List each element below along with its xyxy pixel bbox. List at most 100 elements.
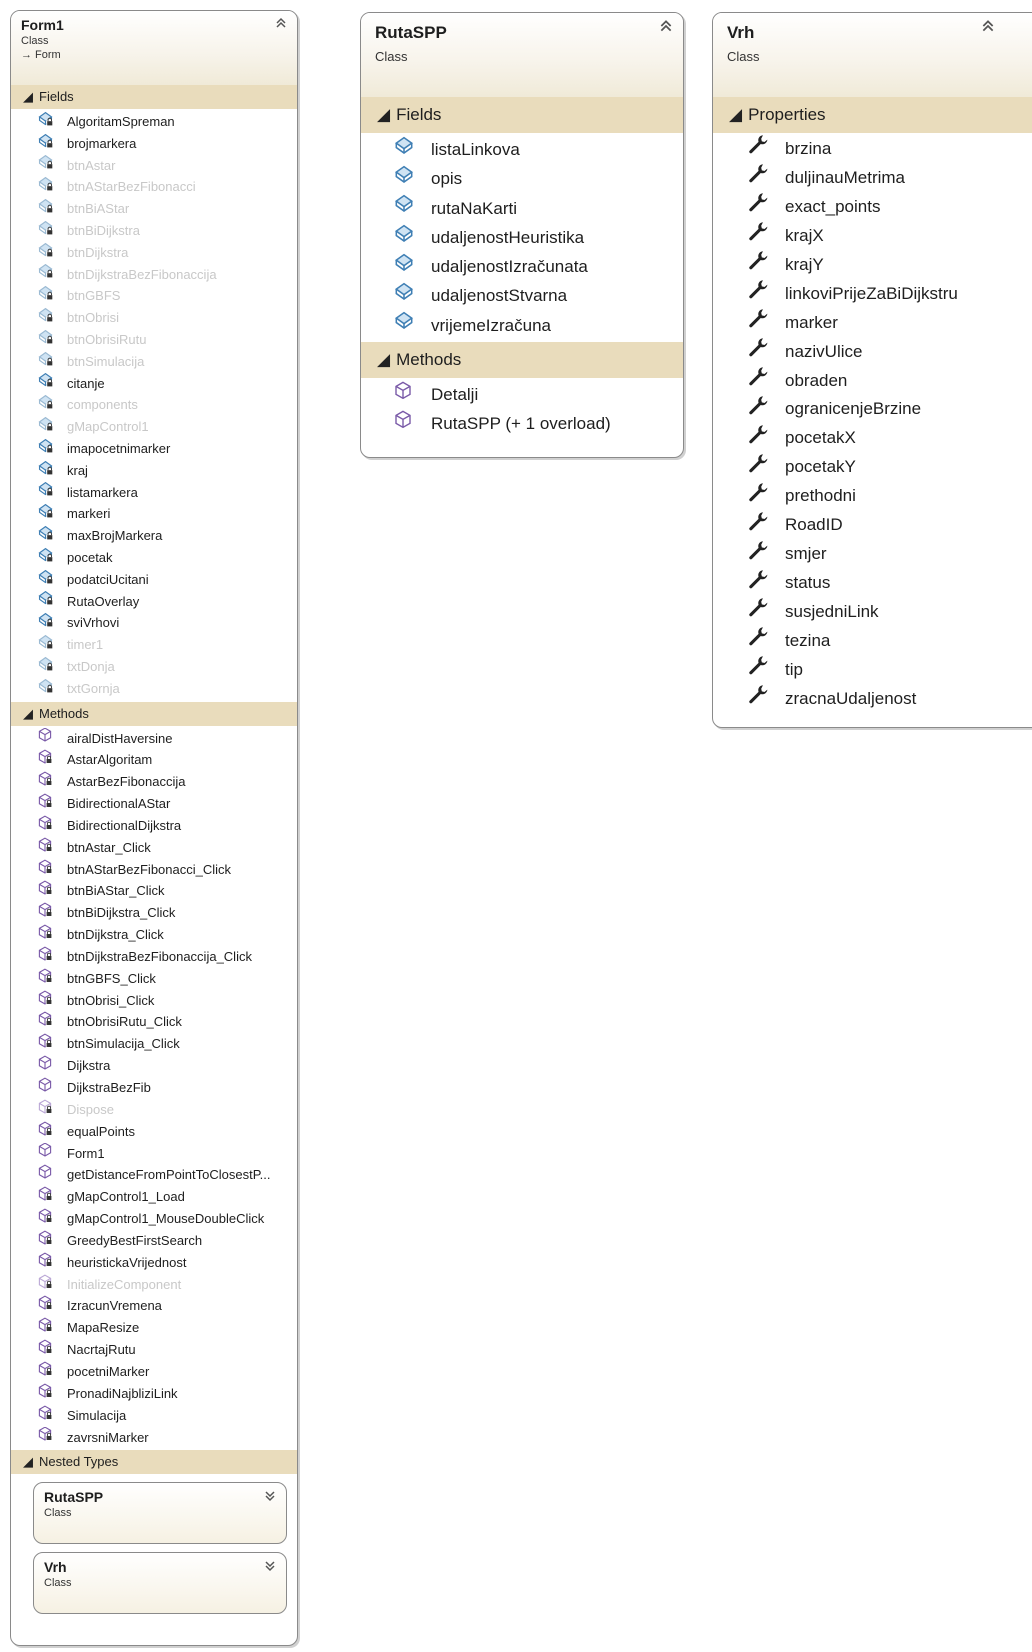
class-header[interactable]: Form1 Class → Form xyxy=(11,11,297,85)
list-item[interactable]: zavrsniMarker xyxy=(11,1426,297,1449)
list-item[interactable]: RutaOverlay xyxy=(11,591,297,613)
list-item[interactable]: obraden xyxy=(713,367,1032,396)
list-item[interactable]: getDistanceFromPointToClosestP... xyxy=(11,1164,297,1186)
list-item[interactable]: btnBiDijkstra xyxy=(11,220,297,242)
list-item[interactable]: DijkstraBezFib xyxy=(11,1077,297,1099)
class-header[interactable]: Vrh Class xyxy=(713,13,1032,97)
collapse-icon[interactable] xyxy=(981,19,995,33)
list-item[interactable]: marker xyxy=(713,309,1032,338)
list-item[interactable]: krajY xyxy=(713,251,1032,280)
list-item[interactable]: pocetakY xyxy=(713,453,1032,482)
list-item[interactable]: kraj xyxy=(11,460,297,482)
section-fields[interactable]: ◢ Fields xyxy=(11,85,297,109)
list-item[interactable]: prethodni xyxy=(713,482,1032,511)
list-item[interactable]: duljinauMetrima xyxy=(713,164,1032,193)
list-item[interactable]: btnBiAStar xyxy=(11,198,297,220)
list-item[interactable]: Form1 xyxy=(11,1143,297,1165)
list-item[interactable]: components xyxy=(11,394,297,416)
list-item[interactable]: btnSimulacija_Click xyxy=(11,1033,297,1055)
collapse-icon[interactable] xyxy=(275,17,287,29)
list-item[interactable]: btnDijkstraBezFibonaccija xyxy=(11,264,297,286)
list-item[interactable]: opis xyxy=(361,164,683,193)
list-item[interactable]: btnObrisi_Click xyxy=(11,990,297,1012)
list-item[interactable]: btnObrisiRutu xyxy=(11,329,297,351)
list-item[interactable]: btnSimulacija xyxy=(11,351,297,373)
list-item[interactable]: listaLinkova xyxy=(361,135,683,164)
list-item[interactable]: GreedyBestFirstSearch xyxy=(11,1230,297,1252)
list-item[interactable]: RoadID xyxy=(713,511,1032,540)
list-item[interactable]: udaljenostStvarna xyxy=(361,281,683,310)
list-item[interactable]: udaljenostIzračunata xyxy=(361,252,683,281)
list-item[interactable]: btnGBFS_Click xyxy=(11,968,297,990)
list-item[interactable]: rutaNaKarti xyxy=(361,194,683,223)
list-item[interactable]: btnAstar xyxy=(11,155,297,177)
list-item[interactable]: InitializeComponent xyxy=(11,1274,297,1296)
list-item[interactable]: imapocetnimarker xyxy=(11,438,297,460)
list-item[interactable]: Dijkstra xyxy=(11,1055,297,1077)
class-box-vrh[interactable]: Vrh Class ◢ Properties brzina duljinauMetr… xyxy=(712,12,1032,728)
collapse-icon[interactable] xyxy=(659,19,673,33)
list-item[interactable]: Detalji xyxy=(361,380,683,409)
list-item[interactable]: equalPoints xyxy=(11,1121,297,1143)
list-item[interactable]: brojmarkera xyxy=(11,133,297,155)
list-item[interactable]: krajX xyxy=(713,222,1032,251)
list-item[interactable]: tip xyxy=(713,656,1032,685)
list-item[interactable]: AstarAlgoritam xyxy=(11,749,297,771)
list-item[interactable]: btnDijkstra xyxy=(11,242,297,264)
section-nested-types[interactable]: ◢ Nested Types xyxy=(11,1450,297,1475)
list-item[interactable]: exact_points xyxy=(713,193,1032,222)
list-item[interactable]: citanje xyxy=(11,373,297,395)
list-item[interactable]: airalDistHaversine xyxy=(11,727,297,750)
list-item[interactable]: btnAstar_Click xyxy=(11,837,297,859)
list-item[interactable]: gMapControl1_Load xyxy=(11,1186,297,1208)
list-item[interactable]: txtDonja xyxy=(11,656,297,678)
list-item[interactable]: btnObrisiRutu_Click xyxy=(11,1011,297,1033)
list-item[interactable]: Simulacija xyxy=(11,1405,297,1427)
section-fields[interactable]: ◢ Fields xyxy=(361,97,683,133)
list-item[interactable]: smjer xyxy=(713,540,1032,569)
list-item[interactable]: BidirectionalAStar xyxy=(11,793,297,815)
list-item[interactable]: vrijemeIzračuna xyxy=(361,311,683,340)
list-item[interactable]: btnObrisi xyxy=(11,307,297,329)
list-item[interactable]: susjedniLink xyxy=(713,598,1032,627)
list-item[interactable]: brzina xyxy=(713,135,1032,164)
list-item[interactable]: btnBiDijkstra_Click xyxy=(11,902,297,924)
list-item[interactable]: btnGBFS xyxy=(11,285,297,307)
class-header[interactable]: RutaSPP Class xyxy=(361,13,683,97)
list-item[interactable]: MapaResize xyxy=(11,1317,297,1339)
list-item[interactable]: pocetakX xyxy=(713,424,1032,453)
list-item[interactable]: pocetniMarker xyxy=(11,1361,297,1383)
section-properties[interactable]: ◢ Properties xyxy=(713,97,1032,133)
list-item[interactable]: markeri xyxy=(11,503,297,525)
list-item[interactable]: heuristickaVrijednost xyxy=(11,1252,297,1274)
expand-icon[interactable] xyxy=(264,1559,276,1577)
list-item[interactable]: btnBiAStar_Click xyxy=(11,880,297,902)
list-item[interactable]: AlgoritamSpreman xyxy=(11,111,297,133)
class-box-form1[interactable]: Form1 Class → Form ◢ Fields AlgoritamSpre… xyxy=(10,10,298,1646)
list-item[interactable]: NacrtajRutu xyxy=(11,1339,297,1361)
nested-type-rutaspp[interactable]: RutaSPP Class xyxy=(33,1482,287,1545)
list-item[interactable]: BidirectionalDijkstra xyxy=(11,815,297,837)
list-item[interactable]: PronadiNajbliziLink xyxy=(11,1383,297,1405)
nested-type-vrh[interactable]: Vrh Class xyxy=(33,1552,287,1615)
list-item[interactable]: AstarBezFibonaccija xyxy=(11,771,297,793)
section-methods[interactable]: ◢ Methods xyxy=(11,701,297,726)
class-box-rutaspp[interactable]: RutaSPP Class ◢ Fields listaLinkova opis ru… xyxy=(360,12,684,458)
list-item[interactable]: nazivUlice xyxy=(713,338,1032,367)
list-item[interactable]: Dispose xyxy=(11,1099,297,1121)
list-item[interactable]: sviVrhovi xyxy=(11,612,297,634)
list-item[interactable]: listamarkera xyxy=(11,482,297,504)
list-item[interactable]: gMapControl1_MouseDoubleClick xyxy=(11,1208,297,1230)
list-item[interactable]: IzracunVremena xyxy=(11,1295,297,1317)
list-item[interactable]: timer1 xyxy=(11,634,297,656)
list-item[interactable]: linkoviPrijeZaBiDijkstru xyxy=(713,280,1032,309)
list-item[interactable]: txtGornja xyxy=(11,678,297,700)
list-item[interactable]: podatciUcitani xyxy=(11,569,297,591)
list-item[interactable]: pocetak xyxy=(11,547,297,569)
list-item[interactable]: zracnaUdaljenost xyxy=(713,685,1032,714)
section-methods[interactable]: ◢ Methods xyxy=(361,342,683,379)
list-item[interactable]: btnAStarBezFibonacci xyxy=(11,176,297,198)
list-item[interactable]: maxBrojMarkera xyxy=(11,525,297,547)
list-item[interactable]: ogranicenjeBrzine xyxy=(713,395,1032,424)
expand-icon[interactable] xyxy=(264,1489,276,1507)
